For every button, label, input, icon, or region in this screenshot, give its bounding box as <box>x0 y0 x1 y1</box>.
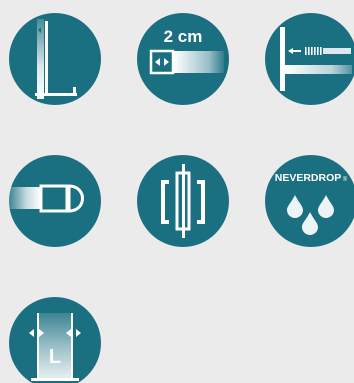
neverdrop-coating-icon: NEVERDROP ® <box>265 155 354 247</box>
glass-panel-profile-icon <box>9 13 101 105</box>
adjustment-2cm-icon: 2 cm <box>137 13 229 105</box>
width-label: L <box>49 346 61 368</box>
door-hinge-profile-icon <box>137 155 229 247</box>
magnetic-seal-icon <box>9 155 101 247</box>
adjustment-label: 2 cm <box>164 27 203 46</box>
features-icon-grid: 2 cm NEVERDROP ® L <box>0 0 354 383</box>
width-adjustable-l-icon: L <box>9 297 101 383</box>
registered-mark: ® <box>343 176 348 183</box>
neverdrop-label: NEVERDROP <box>275 172 342 184</box>
wall-profile-extension-icon <box>265 13 354 105</box>
